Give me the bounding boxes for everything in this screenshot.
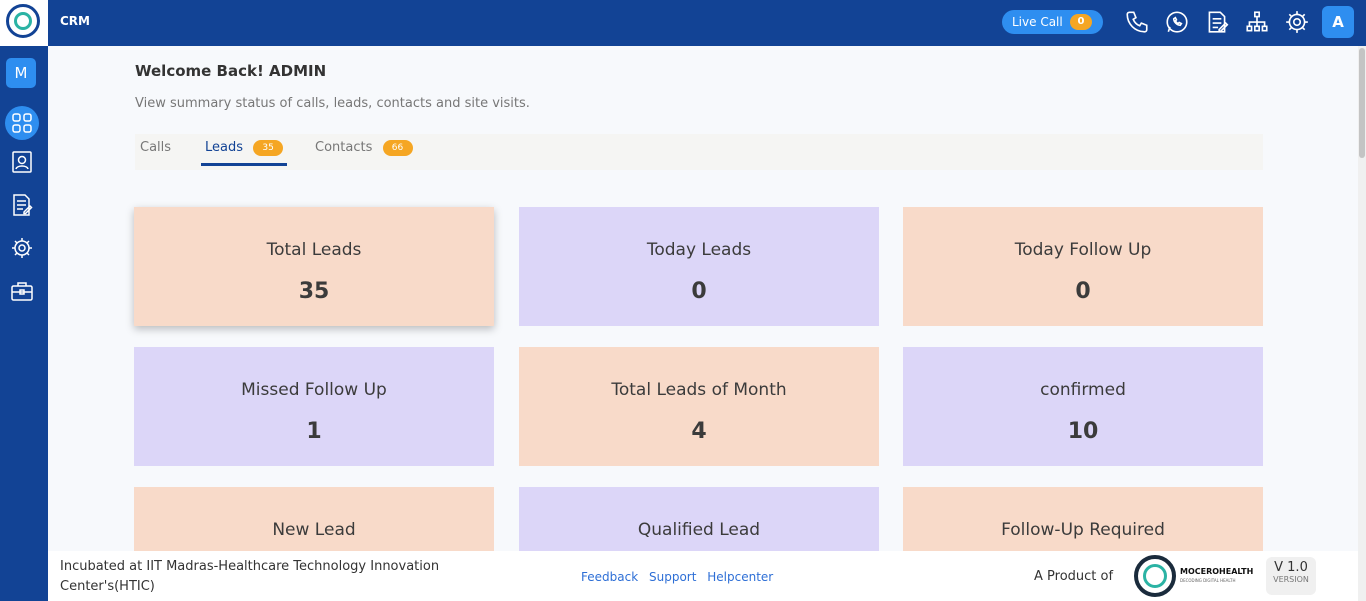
tab-badge: 66 xyxy=(382,140,413,156)
logo[interactable] xyxy=(0,0,48,46)
live-call-count: 0 xyxy=(1070,14,1092,30)
phone-icon[interactable] xyxy=(1124,9,1150,35)
live-call-button[interactable]: Live Call 0 xyxy=(1002,10,1103,34)
sidebar: M xyxy=(0,46,48,601)
tab-badge: 35 xyxy=(253,140,284,156)
card-value: 1 xyxy=(306,419,322,444)
card-label: Total Leads of Month xyxy=(611,380,787,400)
notes-icon[interactable] xyxy=(6,189,38,221)
card-label: New Lead xyxy=(272,520,356,540)
helpcenter-link[interactable]: Helpcenter xyxy=(707,570,773,584)
incubation-text: Incubated at IIT Madras-Healthcare Techn… xyxy=(60,559,440,594)
whatsapp-icon[interactable] xyxy=(1164,9,1190,35)
card-qualified-lead[interactable]: Qualified Lead xyxy=(519,487,879,551)
gear-icon[interactable] xyxy=(6,232,38,264)
top-bar: CRM Live Call 0 A xyxy=(0,0,1366,46)
card-today-follow-up[interactable]: Today Follow Up 0 xyxy=(903,207,1263,326)
live-call-label: Live Call xyxy=(1012,15,1063,29)
feedback-link[interactable]: Feedback xyxy=(581,570,638,584)
card-today-leads[interactable]: Today Leads 0 xyxy=(519,207,879,326)
brand-tagline: DECODING DIGITAL HEALTH xyxy=(1180,578,1236,583)
card-label: Total Leads xyxy=(266,240,362,260)
card-total-leads[interactable]: Total Leads 35 xyxy=(134,207,494,326)
tab-calls[interactable]: Calls xyxy=(140,140,171,166)
sidebar-avatar[interactable]: M xyxy=(6,58,36,88)
tab-label: Leads xyxy=(205,140,244,155)
gear-icon[interactable] xyxy=(1284,9,1310,35)
version-badge: V 1.0 VERSION xyxy=(1266,557,1316,595)
card-confirmed[interactable]: confirmed 10 xyxy=(903,347,1263,466)
card-value: 10 xyxy=(1067,419,1099,444)
tab-contacts[interactable]: Contacts 66 xyxy=(315,140,413,166)
tab-label: Contacts xyxy=(315,140,373,155)
card-value: 0 xyxy=(691,279,707,304)
scrollbar-thumb[interactable] xyxy=(1359,48,1365,158)
footer: Incubated at IIT Madras-Healthcare Techn… xyxy=(48,551,1328,601)
page-subtitle: View summary status of calls, leads, con… xyxy=(135,96,530,111)
brand-logo-icon xyxy=(1134,555,1176,597)
briefcase-icon[interactable] xyxy=(6,275,38,307)
notes-icon[interactable] xyxy=(1204,9,1230,35)
footer-links: Feedback Support Helpcenter xyxy=(581,570,780,584)
logo-icon xyxy=(6,4,40,38)
user-avatar[interactable]: A xyxy=(1322,6,1354,38)
brand-name: MOCEROHEALTH xyxy=(1180,567,1254,576)
card-value: 35 xyxy=(298,279,330,304)
card-label: Today Follow Up xyxy=(1014,240,1152,260)
tab-leads[interactable]: Leads 35 xyxy=(201,140,288,166)
contact-card-icon[interactable] xyxy=(6,146,38,178)
page-title: Welcome Back! ADMIN xyxy=(135,62,327,80)
card-new-lead[interactable]: New Lead xyxy=(134,487,494,551)
card-value: 4 xyxy=(691,419,707,444)
card-total-leads-of-month[interactable]: Total Leads of Month 4 xyxy=(519,347,879,466)
card-missed-follow-up[interactable]: Missed Follow Up 1 xyxy=(134,347,494,466)
card-label: Missed Follow Up xyxy=(241,380,387,400)
product-of-label: A Product of xyxy=(1034,569,1114,584)
dashboard-icon[interactable] xyxy=(6,107,38,139)
version-number: V 1.0 xyxy=(1274,560,1308,575)
card-label: confirmed xyxy=(1040,380,1126,400)
card-value: 0 xyxy=(1075,279,1091,304)
app-title: CRM xyxy=(60,14,90,28)
card-follow-up-required[interactable]: Follow-Up Required xyxy=(903,487,1263,551)
card-label: Qualified Lead xyxy=(637,520,761,540)
support-link[interactable]: Support xyxy=(649,570,696,584)
sitemap-icon[interactable] xyxy=(1244,9,1270,35)
card-label: Today Leads xyxy=(646,240,752,260)
tab-bar: Calls Leads 35 Contacts 66 xyxy=(135,134,1263,170)
tab-label: Calls xyxy=(140,140,172,155)
card-label: Follow-Up Required xyxy=(1001,520,1165,540)
main-content: Welcome Back! ADMIN View summary status … xyxy=(48,46,1358,551)
version-label: VERSION xyxy=(1273,575,1309,584)
